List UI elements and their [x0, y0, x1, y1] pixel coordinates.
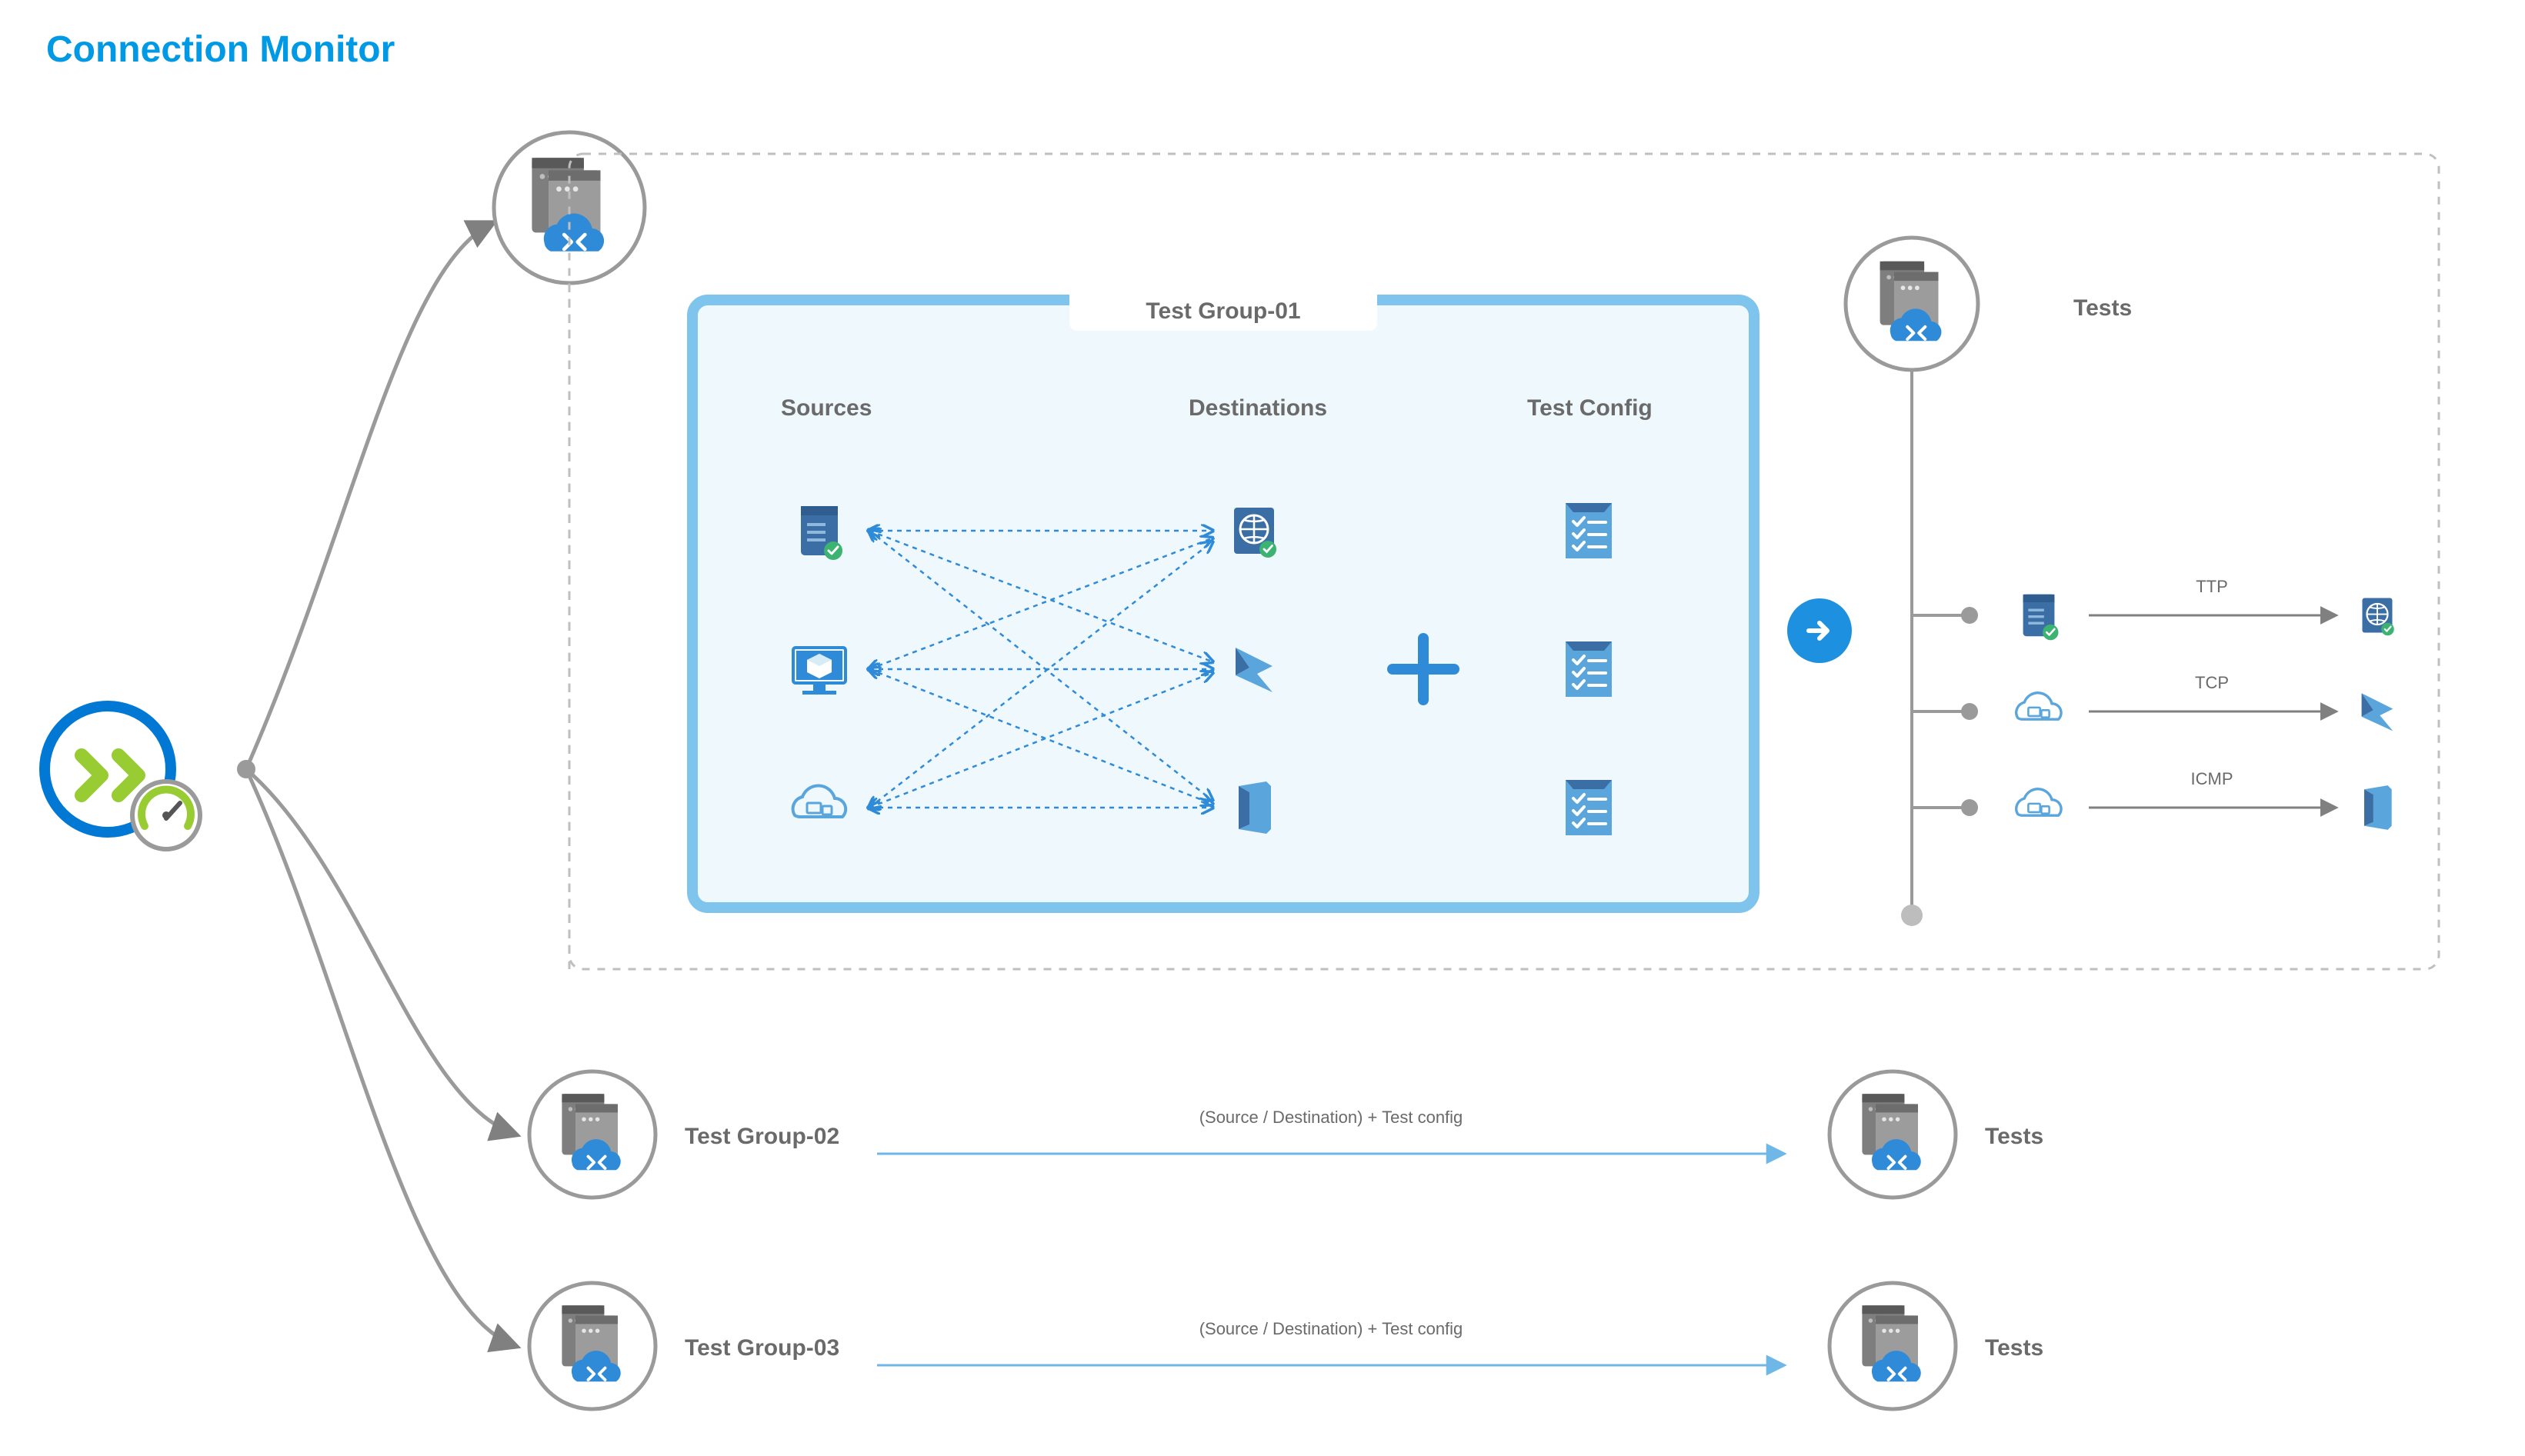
test-1-protocol: TTP	[2196, 577, 2228, 596]
test-3-source-icon	[2016, 789, 2061, 815]
test-group-2-label: Test Group-02	[685, 1124, 839, 1149]
tests-tree: Tests TTP TCP ICMP	[1846, 238, 2394, 926]
test-group-1-panel: Test Group-01 Sources Destinations Test …	[692, 288, 1754, 908]
test-group-3-tests-label: Tests	[1985, 1335, 2043, 1361]
test-1-dest-icon	[2363, 598, 2394, 636]
test-config-header: Test Config	[1527, 395, 1653, 421]
test-2-protocol: TCP	[2195, 673, 2229, 692]
arrow-right-circle-icon	[1787, 598, 1852, 663]
test-2-source-icon	[2016, 693, 2061, 719]
test-group-2-row: Test Group-02 (Source / Destination) + T…	[529, 1071, 2043, 1198]
branch-to-group-3	[246, 769, 515, 1346]
test-group-3-tests-icon	[1830, 1283, 1956, 1409]
config-3-icon	[1566, 780, 1612, 835]
test-3-protocol: ICMP	[2191, 769, 2233, 788]
test-group-3-server-icon	[529, 1283, 655, 1409]
test-group-2-caption: (Source / Destination) + Test config	[1199, 1108, 1463, 1127]
test-2-dest-icon	[2362, 693, 2393, 731]
dest-office-icon	[1239, 781, 1271, 834]
sources-header: Sources	[781, 395, 872, 421]
connection-monitor-root-icon	[45, 706, 200, 849]
config-1-icon	[1566, 503, 1612, 558]
test-group-3-caption: (Source / Destination) + Test config	[1199, 1319, 1463, 1338]
config-2-icon	[1566, 641, 1612, 697]
diagram-canvas: Connection Monitor Test Group-01 Sources…	[0, 0, 2525, 1456]
source-server-icon	[801, 506, 842, 560]
test-group-3-label: Test Group-03	[685, 1335, 839, 1361]
branch-to-group-1	[246, 223, 492, 769]
test-group-2-tests-icon	[1830, 1071, 1956, 1198]
branch-to-group-2	[246, 769, 515, 1134]
test-group-2-tests-label: Tests	[1985, 1124, 2043, 1149]
test-group-1-title: Test Group-01	[1146, 298, 1300, 324]
destinations-header: Destinations	[1189, 395, 1327, 421]
test-3-dest-icon	[2364, 785, 2392, 830]
test-group-2-server-icon	[529, 1071, 655, 1198]
test-1-source-icon	[2023, 595, 2059, 641]
page-title: Connection Monitor	[46, 29, 395, 70]
tests-header: Tests	[2073, 295, 2132, 321]
tests-root-server-icon	[1846, 238, 1978, 370]
test-group-3-row: Test Group-03 (Source / Destination) + T…	[529, 1283, 2043, 1409]
dest-globe-icon	[1234, 508, 1276, 558]
